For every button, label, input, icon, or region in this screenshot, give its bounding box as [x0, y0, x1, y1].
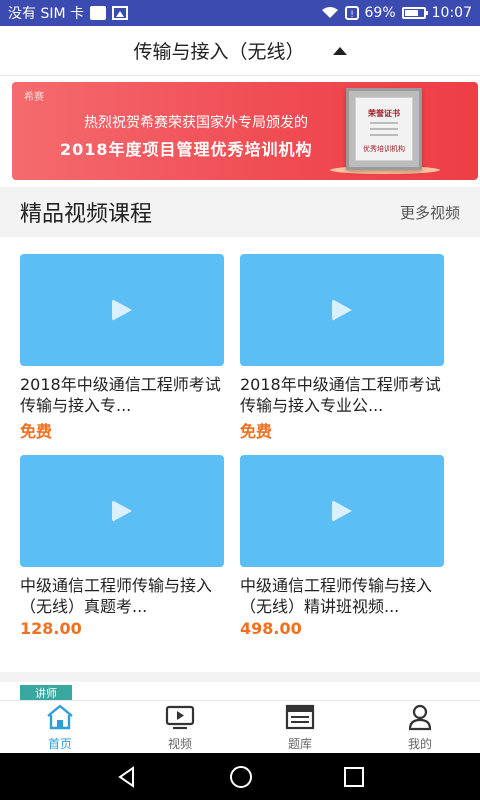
certificate-title: 荣誉证书	[368, 109, 400, 118]
nav-home[interactable]: 首页	[0, 701, 120, 753]
banner-logo: 希赛	[24, 92, 44, 103]
banner-subheadline: 2018年度项目管理优秀培训机构	[60, 140, 313, 159]
carrier-text: 没有 SIM 卡	[8, 6, 84, 22]
profile-icon	[408, 704, 432, 730]
course-price: 免费	[240, 422, 273, 441]
course-thumbnail[interactable]	[240, 254, 444, 366]
bottom-nav: 首页 视频 题库 我的	[0, 700, 480, 753]
banner-headline: 热烈祝贺希赛荣获国家外专局颁发的	[84, 115, 308, 131]
more-videos-link[interactable]: 更多视频	[400, 202, 460, 223]
course-price: 128.00	[20, 619, 82, 638]
play-icon	[332, 500, 352, 522]
course-price: 498.00	[240, 619, 302, 638]
course-price: 免费	[20, 422, 53, 441]
next-section-tag: 讲师	[20, 685, 72, 701]
home-icon	[47, 704, 73, 729]
recents-icon[interactable]	[343, 766, 365, 788]
course-title: 2018年中级通信工程师考试传输与接入专...	[20, 375, 221, 415]
certificate-text-line	[370, 122, 398, 124]
play-icon	[112, 299, 132, 321]
battery-percent: 69%	[364, 5, 396, 21]
nav-label: 视频	[167, 736, 192, 751]
system-nav-bar	[0, 753, 480, 800]
course-card[interactable]: 2018年中级通信工程师考试传输与接入专业公... 免费	[240, 254, 444, 442]
section-title: 精品视频课程	[20, 202, 153, 227]
nav-label: 我的	[407, 736, 432, 751]
video-icon	[165, 705, 195, 729]
section-header: 精品视频课程 更多视频	[0, 187, 480, 237]
play-icon	[112, 500, 132, 522]
course-thumbnail[interactable]	[20, 254, 224, 366]
course-card[interactable]: 中级通信工程师传输与接入（无线）真题考... 128.00	[20, 455, 224, 638]
course-card[interactable]: 中级通信工程师传输与接入（无线）精讲班视频... 498.00	[240, 455, 444, 638]
subject-selector[interactable]: 传输与接入（无线）	[0, 26, 480, 76]
certificate-subtitle: 优秀培训机构	[363, 145, 405, 153]
section-divider	[0, 672, 480, 682]
question-bank-icon	[285, 704, 315, 729]
course-thumbnail[interactable]	[240, 455, 444, 567]
wifi-icon	[321, 7, 339, 19]
back-icon[interactable]	[115, 765, 139, 789]
nav-profile[interactable]: 我的	[360, 701, 480, 753]
caret-up-icon[interactable]	[332, 46, 347, 55]
image-notification-icon	[112, 6, 128, 20]
course-title: 中级通信工程师传输与接入（无线）真题考...	[20, 576, 213, 616]
course-title: 2018年中级通信工程师考试传输与接入专业公...	[240, 375, 441, 415]
nav-label: 首页	[47, 736, 72, 751]
promo-banner[interactable]: 希赛 热烈祝贺希赛荣获国家外专局颁发的 2018年度项目管理优秀培训机构 荣誉证…	[12, 82, 478, 180]
clock: 10:07	[431, 5, 472, 21]
course-card[interactable]: 2018年中级通信工程师考试传输与接入专... 免费	[20, 254, 224, 442]
nav-question-bank[interactable]: 题库	[240, 701, 360, 753]
nfc-icon: !	[344, 6, 359, 20]
course-title: 中级通信工程师传输与接入（无线）精讲班视频...	[240, 576, 433, 616]
certificate-image: 荣誉证书 优秀培训机构	[346, 88, 422, 170]
battery-icon	[401, 7, 428, 19]
svg-text:!: !	[350, 10, 354, 20]
nav-video[interactable]: 视频	[120, 701, 240, 753]
certificate-text-line	[370, 128, 398, 130]
nav-label: 题库	[287, 736, 312, 751]
course-thumbnail[interactable]	[20, 455, 224, 567]
certificate-text-line	[370, 134, 398, 136]
home-button-icon[interactable]	[228, 764, 254, 790]
play-icon	[332, 299, 352, 321]
status-bar: 没有 SIM 卡 ! 69% 10:07	[0, 0, 480, 26]
notification-icon	[90, 6, 106, 20]
page-title: 传输与接入（无线）	[133, 41, 305, 63]
